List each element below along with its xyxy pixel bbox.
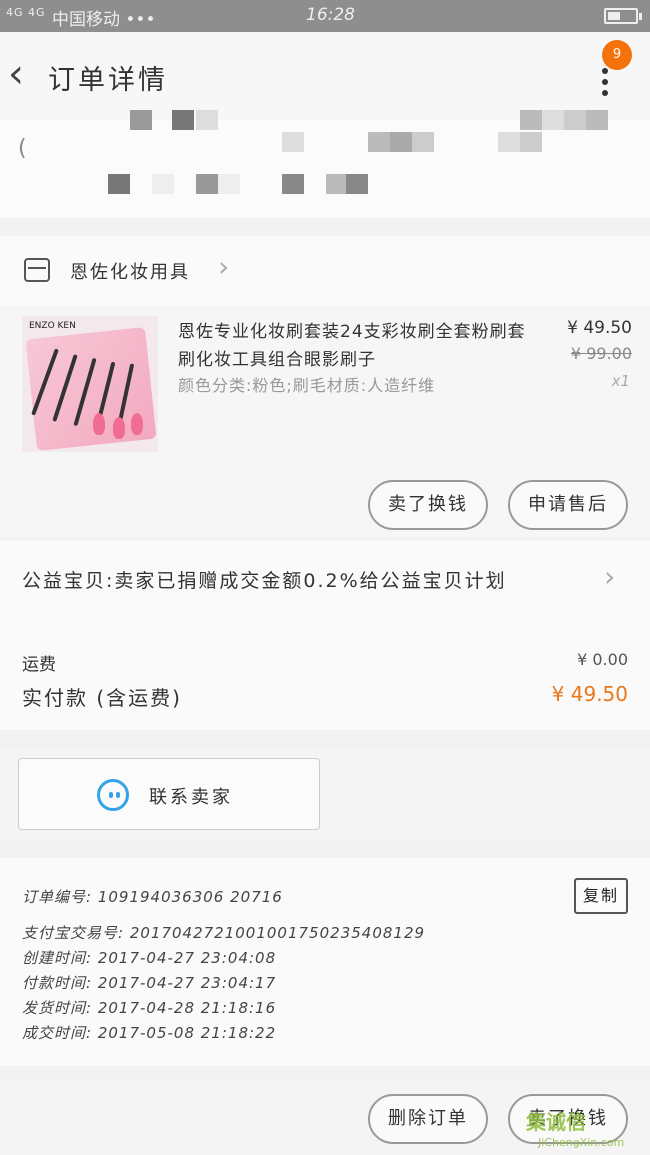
shipping-value: ¥ 0.00 <box>577 650 628 669</box>
contact-seller-label: 联系卖家 <box>149 787 233 808</box>
product-image-brand: ENZO KEN <box>29 321 76 331</box>
redaction-block <box>368 132 390 152</box>
copy-button[interactable]: 复制 <box>574 878 628 914</box>
address-redacted-mark: ( <box>18 136 27 161</box>
page-title: 订单详情 <box>48 65 168 96</box>
charity-row[interactable]: 公益宝贝:卖家已捐赠成交金额0.2%给公益宝贝计划 › <box>0 540 650 620</box>
more-menu-icon[interactable] <box>598 68 612 96</box>
paid-time: 付款时间: 2017-04-27 23:04:17 <box>22 974 277 992</box>
redaction-block <box>346 174 368 194</box>
redaction-block <box>586 110 608 130</box>
watermark-logo: 集诚信 <box>526 1110 586 1134</box>
product-title: 恩佐专业化妆刷套装24支彩妆刷全套粉刷套刷化妆工具组合眼影刷子 <box>178 322 526 370</box>
carrier-name: 中国移动 ••• <box>52 10 156 30</box>
redaction-block <box>282 132 304 152</box>
redaction-block <box>390 132 412 152</box>
paid-label: 实付款 (含运费) <box>22 686 182 710</box>
redaction-block <box>152 174 174 194</box>
sell-again-button[interactable]: 卖了换钱 <box>368 480 488 530</box>
order-number: 订单编号: 109194036306 20716 <box>22 888 283 906</box>
redaction-block <box>498 132 520 152</box>
product-sku: 颜色分类:粉色;刷毛材质:人造纤维 <box>178 376 436 395</box>
redaction-block <box>520 110 542 130</box>
delete-order-button[interactable]: 删除订单 <box>368 1094 488 1144</box>
notification-badge: 9 <box>602 40 632 70</box>
product-image[interactable]: ENZO KEN <box>22 316 158 452</box>
paid-value: ¥ 49.50 <box>551 682 628 706</box>
watermark-url: JiChengXin.com <box>538 1136 625 1149</box>
status-bar: 4G 4G 中国移动 ••• 16:28 <box>0 0 650 32</box>
store-icon <box>24 258 50 282</box>
nav-bar: ‹ 订单详情 9 <box>0 32 650 120</box>
created-time: 创建时间: 2017-04-27 23:04:08 <box>22 949 277 967</box>
product-original-price: ¥ 99.00 <box>570 344 632 363</box>
redaction-block <box>326 174 348 194</box>
product-card[interactable]: ENZO KEN 恩佐专业化妆刷套装24支彩妆刷全套粉刷套刷化妆工具组合眼影刷子… <box>0 306 650 538</box>
charity-text: 公益宝贝:卖家已捐赠成交金额0.2%给公益宝贝计划 <box>22 570 507 592</box>
shop-row[interactable]: 恩佐化妆用具 › <box>0 236 650 306</box>
redaction-block <box>172 110 194 130</box>
redaction-block <box>542 110 564 130</box>
redaction-block <box>520 132 542 152</box>
status-time: 16:28 <box>306 5 355 25</box>
redaction-block <box>412 132 434 152</box>
chat-icon <box>97 779 129 811</box>
price-summary: 运费 ¥ 0.00 实付款 (含运费) ¥ 49.50 <box>0 620 650 730</box>
contact-seller-button[interactable]: 联系卖家 <box>18 758 320 830</box>
battery-icon <box>604 8 642 24</box>
redaction-block <box>196 174 218 194</box>
chevron-right-icon: › <box>604 560 616 593</box>
completed-time: 成交时间: 2017-05-08 21:18:22 <box>22 1024 277 1042</box>
product-quantity: x1 <box>611 372 630 390</box>
shipped-time: 发货时间: 2017-04-28 21:18:16 <box>22 999 277 1017</box>
alipay-trade-number: 支付宝交易号: 2017042721001001750235408129 <box>22 924 426 942</box>
redaction-block <box>564 110 586 130</box>
back-button[interactable]: ‹ <box>8 54 38 96</box>
network-signal: 4G 4G <box>6 6 46 19</box>
redaction-block <box>218 174 240 194</box>
order-info: 订单编号: 109194036306 20716 复制 支付宝交易号: 2017… <box>0 858 650 1066</box>
shipping-label: 运费 <box>22 655 56 675</box>
redaction-block <box>196 110 218 130</box>
shipping-address-block[interactable]: ( <box>0 110 650 218</box>
product-price: ¥ 49.50 <box>567 318 632 338</box>
shop-name: 恩佐化妆用具 <box>70 262 190 283</box>
contact-area: 联系卖家 <box>0 748 650 840</box>
redaction-block <box>282 174 304 194</box>
redaction-block <box>108 174 130 194</box>
redaction-block <box>130 110 152 130</box>
chevron-right-icon: › <box>218 250 230 283</box>
after-sale-button[interactable]: 申请售后 <box>508 480 628 530</box>
